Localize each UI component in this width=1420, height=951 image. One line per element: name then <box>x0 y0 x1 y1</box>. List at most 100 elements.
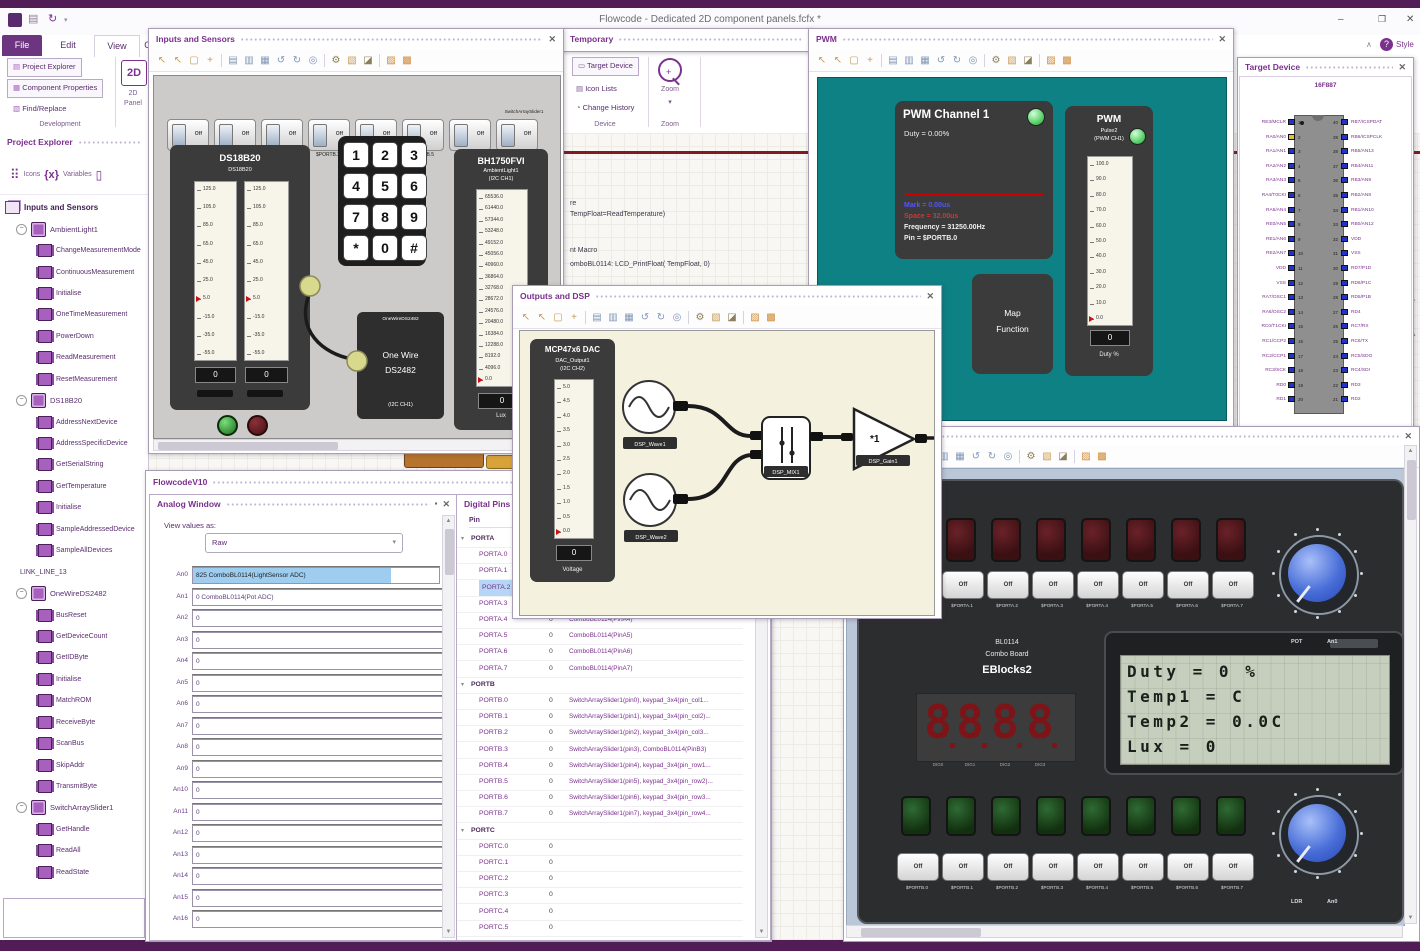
explorer-root[interactable]: Inputs and Sensors <box>0 197 148 218</box>
pin-row-PORTC.4[interactable]: PORTC.4 0 <box>457 904 743 921</box>
macro-SampleAllDevices[interactable]: SampleAllDevices <box>0 540 148 561</box>
link-LINK_LINE_13[interactable]: LINK_LINE_13 <box>0 561 148 582</box>
scroll-down-icon[interactable]: ▼ <box>443 929 454 935</box>
temporary-window[interactable]: Temporary <box>562 28 812 52</box>
port-group-PORTC[interactable]: ▾ PORTC <box>457 823 743 840</box>
analog-input-An12[interactable]: 0 <box>192 825 443 842</box>
vscroll-thumb[interactable] <box>1407 460 1416 520</box>
pwm-pulse-slider[interactable]: 100.0 90.0 80.0 70.0 60.0 50.0 40.0 30.0 20.0 10.… <box>1087 156 1133 326</box>
macro-SkipAddr[interactable]: SkipAddr <box>0 754 148 775</box>
board-button-$PORTB.4[interactable]: Off <box>1077 853 1119 881</box>
key-9[interactable]: 9 <box>401 204 427 230</box>
pin-row-PORTA.5[interactable]: PORTA.5 0 ComboBL0114(PinA5) <box>457 628 743 646</box>
ds18b20-block[interactable]: DS18B20 DS18B20 125.0 105.0 85.0 65.0 45.0 25… <box>170 145 310 410</box>
key-1[interactable]: 1 <box>343 142 369 168</box>
print-icon[interactable]: ▦ <box>953 449 967 464</box>
pin-row-PORTC.1[interactable]: PORTC.1 0 <box>457 855 743 872</box>
analog-input-An7[interactable]: 0 <box>192 717 443 735</box>
undo-icon[interactable]: ↺ <box>934 53 948 68</box>
expander-icon[interactable]: ▾ <box>461 531 464 547</box>
panel-b-icon[interactable]: ▩ <box>400 53 414 68</box>
align-icon[interactable]: ◪ <box>361 53 375 68</box>
map-function-block[interactable]: Map Function <box>972 274 1053 374</box>
key-4[interactable]: 4 <box>343 173 369 199</box>
panel-a-icon[interactable]: ▨ <box>1079 449 1093 464</box>
undo-icon[interactable]: ↺ <box>274 53 288 68</box>
grid-icon[interactable]: ▧ <box>1005 53 1019 68</box>
macro-TransmitByte[interactable]: TransmitByte <box>0 776 148 797</box>
pin-row-PORTC.2[interactable]: PORTC.2 0 <box>457 871 743 889</box>
analog-input-An4[interactable]: 0 <box>192 653 443 670</box>
multi-select-icon[interactable]: ↖ <box>831 53 845 68</box>
macro-ReadAll[interactable]: ReadAll <box>0 840 148 861</box>
analog-input-An8[interactable]: 0 <box>192 739 443 756</box>
pin-row-PORTB.0[interactable]: PORTB.0 0 SwitchArraySlider1(pin0), keypad… <box>457 693 743 710</box>
key-3[interactable]: 3 <box>401 142 427 168</box>
2d-panel-icon[interactable]: 2D <box>121 60 147 86</box>
macro-GetDeviceCount[interactable]: GetDeviceCount <box>0 626 148 647</box>
panel-b-icon[interactable]: ▩ <box>1060 53 1074 68</box>
ribbon-icon-lists[interactable]: ▤ Icon Lists <box>576 84 617 93</box>
help-icon[interactable]: ? <box>1380 38 1393 51</box>
copy-icon[interactable]: ▤ <box>590 310 604 325</box>
grid-icon[interactable]: ▧ <box>1040 449 1054 464</box>
panel-a-icon[interactable]: ▨ <box>748 310 762 325</box>
macro-GetSerialString[interactable]: GetSerialString <box>0 454 148 475</box>
component-AmbientLight1[interactable]: − AmbientLight1 <box>0 218 148 239</box>
align-icon[interactable]: ◪ <box>725 310 739 325</box>
paste-icon[interactable]: ▥ <box>606 310 620 325</box>
inputs-sensors-window[interactable]: Inputs and Sensors✕ ↖↖▢+▤▥▦↺↻◎⚙▧◪▨▩ Off$… <box>148 28 564 454</box>
macro-PowerDown[interactable]: PowerDown <box>0 326 148 347</box>
redo-icon[interactable]: ↻ <box>290 53 304 68</box>
scroll-down-icon[interactable]: ▼ <box>756 929 767 935</box>
switch-$PORTB.6[interactable]: Off <box>449 119 491 151</box>
zoom-icon[interactable]: ◎ <box>670 310 684 325</box>
close-icon[interactable]: ✕ <box>442 499 450 509</box>
save-icon[interactable]: ▤ <box>28 12 38 25</box>
hscroll-thumb[interactable] <box>158 442 338 450</box>
copy-icon[interactable]: ▤ <box>226 53 240 68</box>
settings-icon[interactable]: ⚙ <box>329 53 343 68</box>
ribbon-collapse-icon[interactable]: ∧ <box>1366 40 1372 49</box>
pin-row-PORTC.5[interactable]: PORTC.5 0 <box>457 920 743 937</box>
component-DS18B20[interactable]: − DS18B20 <box>0 390 148 411</box>
print-icon[interactable]: ▦ <box>918 53 932 68</box>
slider-marker[interactable] <box>478 377 483 383</box>
zoom-icon[interactable]: ◎ <box>966 53 980 68</box>
macro-ReadState[interactable]: ReadState <box>0 862 148 883</box>
switch-handle[interactable] <box>219 124 233 147</box>
analog-input-An3[interactable]: 0 <box>192 631 443 649</box>
copy-icon[interactable]: ▤ <box>886 53 900 68</box>
zoom-icon[interactable]: ◎ <box>1001 449 1015 464</box>
scroll-down-icon[interactable]: ▼ <box>1405 915 1416 921</box>
ldr-knob-cap[interactable] <box>1288 804 1346 863</box>
board-button-$PORTA.1[interactable]: Off <box>942 571 984 599</box>
select-icon[interactable]: ↖ <box>155 53 169 68</box>
panel-a-icon[interactable]: ▨ <box>1044 53 1058 68</box>
board-button-$PORTA.5[interactable]: Off <box>1122 571 1164 599</box>
macros-icon[interactable]: ▯ <box>96 168 103 182</box>
macro-ResetMeasurement[interactable]: ResetMeasurement <box>0 369 148 390</box>
switch-handle[interactable] <box>501 124 515 147</box>
select-icon[interactable]: ↖ <box>519 310 533 325</box>
analog-input-An13[interactable]: 0 <box>192 846 443 864</box>
ribbon-target-device[interactable]: ▭ Target Device <box>572 57 639 76</box>
macro-ReceiveByte[interactable]: ReceiveByte <box>0 712 148 733</box>
pin-row-PORTB.7[interactable]: PORTB.7 0 SwitchArraySlider1(pin7), keypad… <box>457 806 743 824</box>
ds18b20-slider-2[interactable]: 125.0 105.0 85.0 65.0 45.0 25.0 5.0 -15.0 -35.0 -… <box>244 181 289 361</box>
pin-icon[interactable]: ▪ <box>435 500 438 508</box>
undo-icon[interactable]: ↻ <box>48 12 57 25</box>
switch-handle[interactable] <box>266 124 280 147</box>
close-icon[interactable]: ✕ <box>1404 431 1412 441</box>
board-hscrollbar[interactable] <box>846 925 1403 938</box>
slider-marker[interactable] <box>1089 316 1094 322</box>
board-button-$PORTB.2[interactable]: Off <box>987 853 1029 881</box>
analog-vscrollbar[interactable]: ▲ ▼ <box>442 515 455 938</box>
analog-input-An6[interactable]: 0 <box>192 696 443 713</box>
analog-input-An1[interactable]: 0 ComboBL0114(Pot ADC) <box>192 588 443 606</box>
style-label[interactable]: Style <box>1396 40 1414 49</box>
panel-b-icon[interactable]: ▩ <box>764 310 778 325</box>
close-icon[interactable]: ✕ <box>926 291 934 301</box>
grid-icon[interactable]: ▧ <box>345 53 359 68</box>
move-icon[interactable]: + <box>203 53 217 68</box>
